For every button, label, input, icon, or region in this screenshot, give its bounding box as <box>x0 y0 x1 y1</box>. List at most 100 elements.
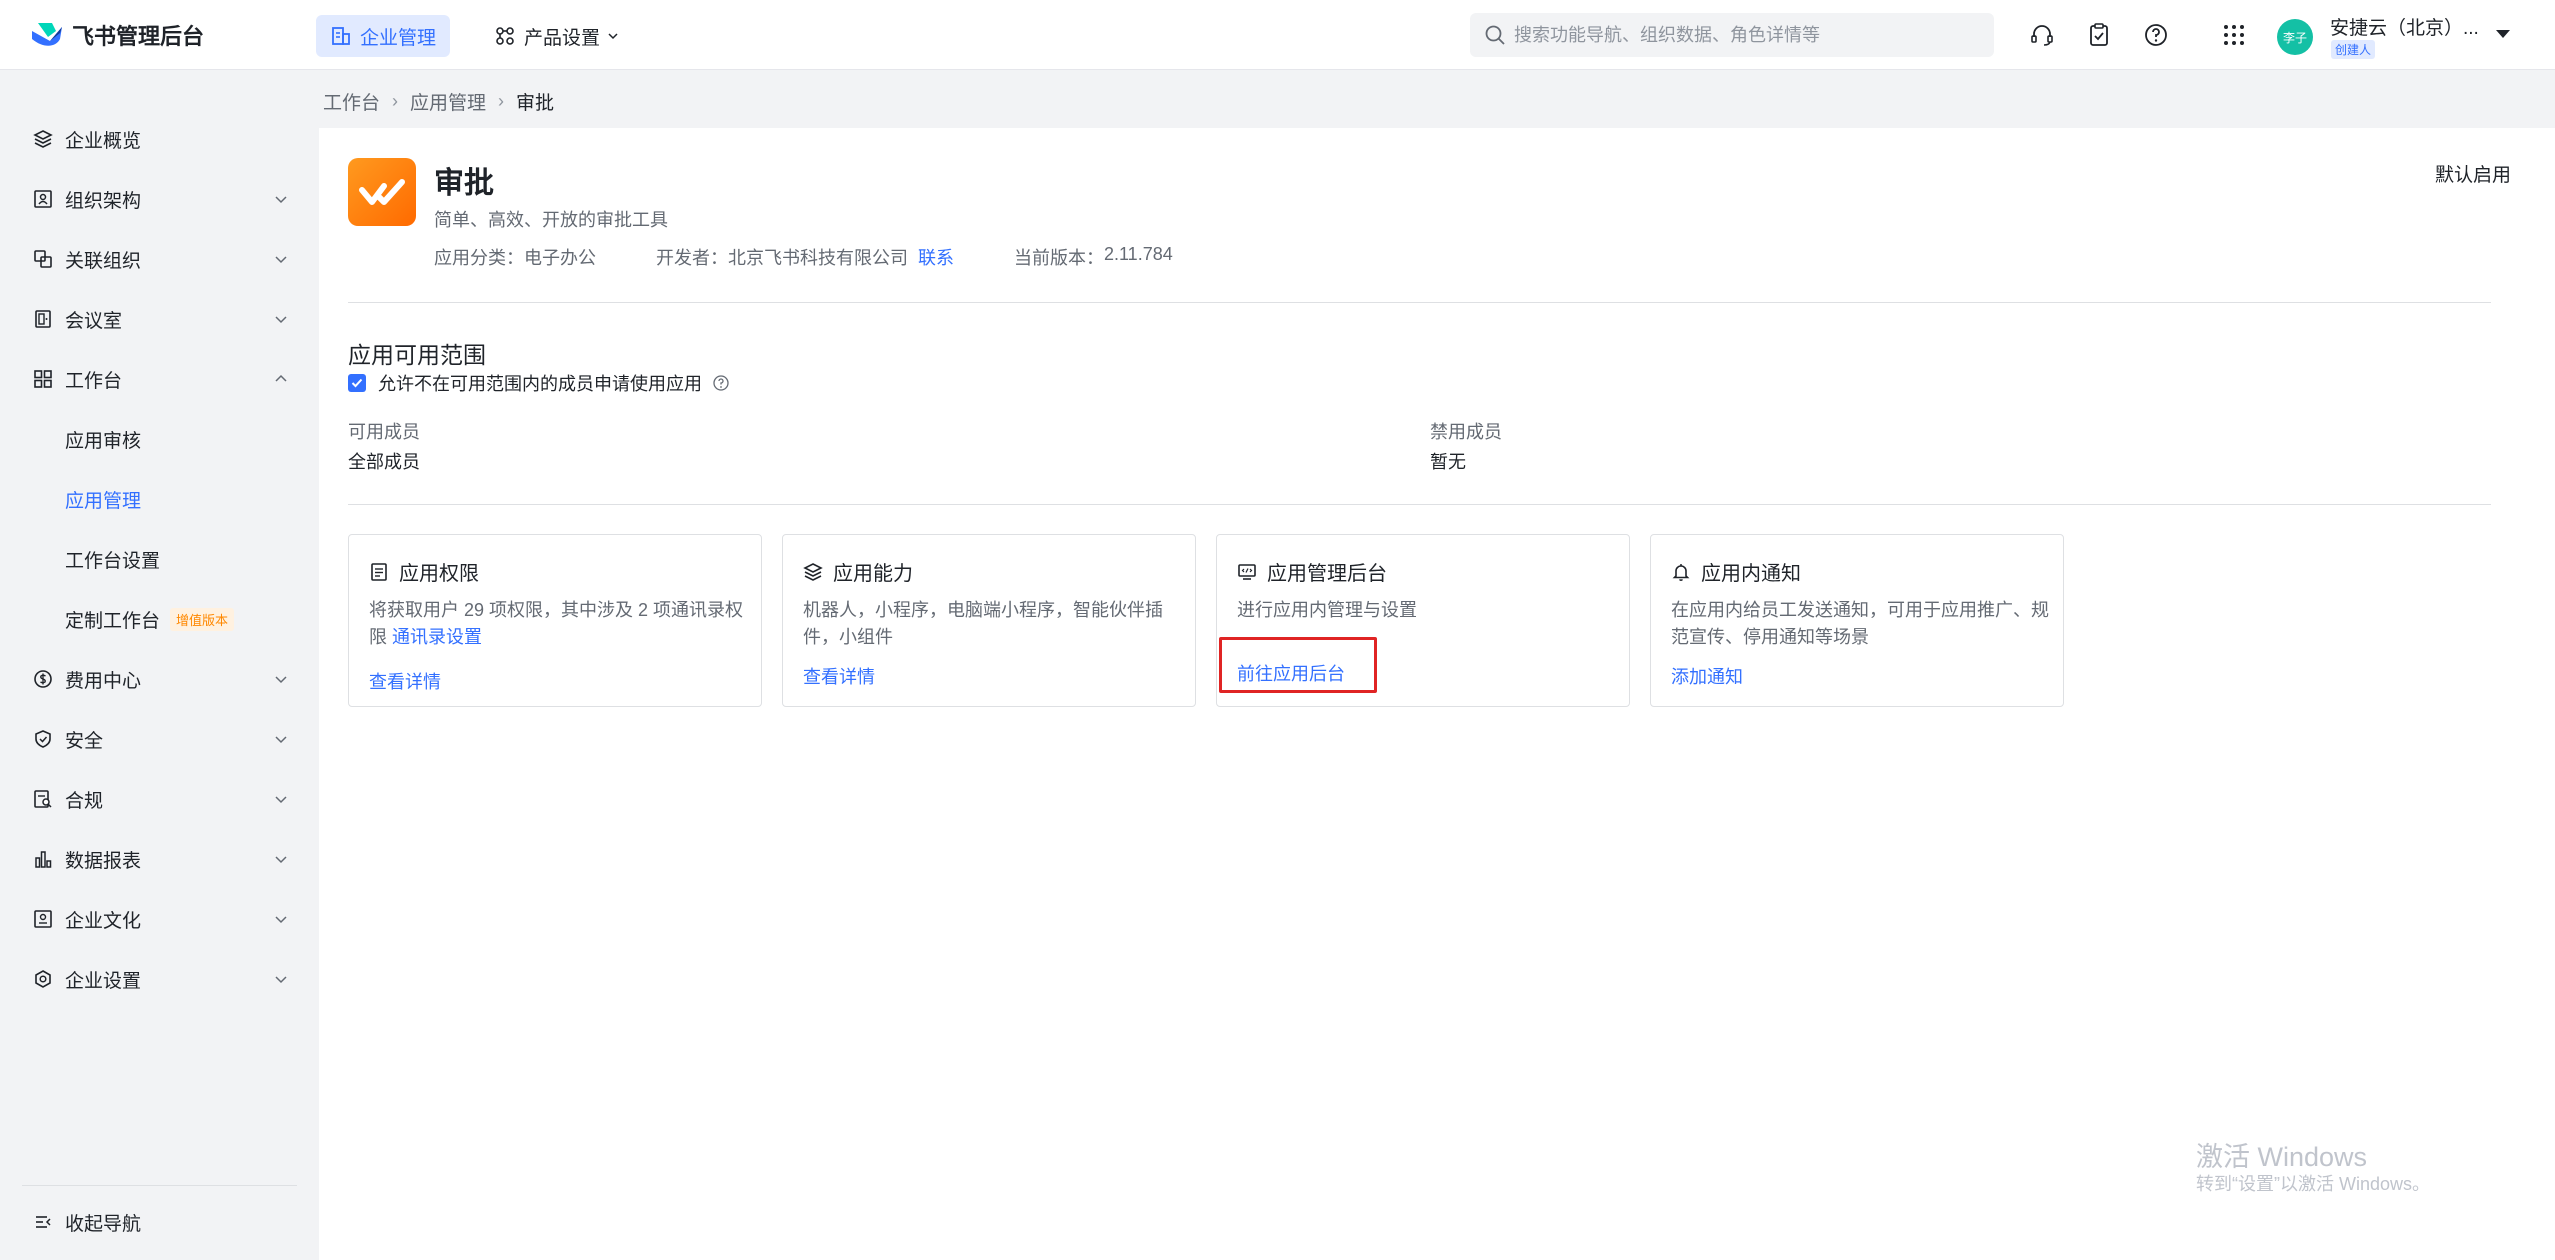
layers-icon <box>803 562 823 581</box>
top-bar: 飞书管理后台 企业管理 产品设置 搜索功能导航、组织数据、角色详情等 李子 安捷… <box>0 0 2555 70</box>
sidebar-item-enterprise-settings[interactable]: 企业设置 <box>0 955 315 1003</box>
developer-value: 北京飞书科技有限公司 <box>728 248 908 268</box>
available-members-label: 可用成员 <box>348 422 420 442</box>
chevron-down-icon <box>275 856 287 864</box>
breadcrumb-separator: › <box>498 91 505 111</box>
search-input[interactable] <box>1514 24 1974 46</box>
sidebar-divider <box>22 1185 297 1186</box>
sidebar-item-compliance[interactable]: 合规 <box>0 775 315 823</box>
avatar[interactable]: 李子 <box>2277 19 2313 55</box>
app-meta: 应用分类： 电子办公 开发者： 北京飞书科技有限公司 联系 当前版本： 2.11… <box>434 244 1173 270</box>
sidebar-item-workplace-settings[interactable]: 工作台设置 <box>0 535 315 583</box>
sidebar-item-org-structure[interactable]: 组织架构 <box>0 175 315 223</box>
collapse-nav-button[interactable]: 收起导航 <box>0 1198 315 1246</box>
clipboard-check-icon[interactable] <box>2086 22 2112 48</box>
chevron-down-icon <box>275 796 287 804</box>
card-title: 应用权限 <box>369 557 479 586</box>
sidebar-item-label: 企业概览 <box>65 130 142 152</box>
nav-product-settings[interactable]: 产品设置 <box>480 15 634 57</box>
scope-title: 应用可用范围 <box>348 342 486 368</box>
dollar-icon <box>34 670 52 688</box>
disabled-members-label: 禁用成员 <box>1430 422 1502 442</box>
category-label: 应用分类： <box>434 248 524 268</box>
chevron-down-icon <box>275 316 287 324</box>
view-details-link[interactable]: 查看详情 <box>369 668 441 694</box>
upgrade-badge: 增值版本 <box>170 607 235 631</box>
sidebar-item-meeting-rooms[interactable]: 会议室 <box>0 295 315 343</box>
sidebar-item-label: 应用管理 <box>65 490 142 512</box>
app-title: 审批 <box>434 167 494 200</box>
allow-request-label: 允许不在可用范围内的成员申请使用应用 <box>378 374 702 394</box>
version-label: 当前版本： <box>1014 248 1104 268</box>
sidebar-item-label: 企业设置 <box>65 970 142 992</box>
search-icon <box>1485 25 1505 45</box>
product-settings-icon <box>496 27 514 45</box>
org-name[interactable]: 安捷云（北京）... <box>2330 13 2479 40</box>
sidebar-item-linked-orgs[interactable]: 关联组织 <box>0 235 315 283</box>
sidebar-item-culture[interactable]: 企业文化 <box>0 895 315 943</box>
sidebar-item-app-management[interactable]: 应用管理 <box>0 475 315 523</box>
sidebar-item-label: 组织架构 <box>65 190 142 212</box>
main-panel: 审批 简单、高效、开放的审批工具 应用分类： 电子办公 开发者： 北京飞书科技有… <box>319 128 2555 1260</box>
contacts-settings-link[interactable]: 通讯录设置 <box>392 627 482 647</box>
breadcrumb-item-app-management[interactable]: 应用管理 <box>410 88 486 115</box>
sidebar-item-app-review[interactable]: 应用审核 <box>0 415 315 463</box>
sidebar-item-custom-workplace[interactable]: 定制工作台 增值版本 <box>0 595 315 643</box>
sidebar-item-billing[interactable]: 费用中心 <box>0 655 315 703</box>
card-title: 应用能力 <box>803 557 913 586</box>
card-app-admin-console: 应用管理后台 进行应用内管理与设置 前往应用后台 <box>1216 534 1630 707</box>
sidebar-item-label: 工作台 <box>65 370 123 392</box>
available-members-value: 全部成员 <box>348 452 420 472</box>
sidebar-item-workplace[interactable]: 工作台 <box>0 355 315 403</box>
card-app-permissions: 应用权限 将获取用户 29 项权限，其中涉及 2 项通讯录权限 通讯录设置 查看… <box>348 534 762 707</box>
document-list-icon <box>371 562 387 581</box>
card-description: 机器人，小程序，电脑端小程序，智能伙伴插件，小组件 <box>803 600 1163 647</box>
allow-request-checkbox[interactable] <box>348 374 366 392</box>
category-value: 电子办公 <box>524 248 596 268</box>
sidebar-item-label: 应用审核 <box>65 430 142 452</box>
search-box[interactable] <box>1470 13 1994 57</box>
sidebar-item-label: 合规 <box>65 790 104 812</box>
sidebar-item-label: 工作台设置 <box>65 550 161 572</box>
caret-down-icon[interactable] <box>2494 27 2512 41</box>
sidebar: 企业概览 组织架构 关联组织 会议室 工作台 应用审核 应用管理 工作台设置 定… <box>0 70 315 1260</box>
headset-icon[interactable] <box>2029 22 2055 48</box>
question-circle-icon[interactable] <box>712 374 730 392</box>
sidebar-item-security[interactable]: 安全 <box>0 715 315 763</box>
logo[interactable]: 飞书管理后台 <box>30 20 204 50</box>
feishu-logo-icon <box>32 23 62 46</box>
monitor-code-icon <box>1238 563 1256 580</box>
add-notification-link[interactable]: 添加通知 <box>1671 663 1743 689</box>
chevron-down-icon <box>275 256 287 264</box>
divider <box>348 302 2491 303</box>
windows-activation-watermark-text: 转到“设置”以激活 Windows。 <box>2196 1174 2431 1194</box>
sidebar-item-label: 关联组织 <box>65 250 142 272</box>
link-org-icon <box>34 250 52 268</box>
view-details-link[interactable]: 查看详情 <box>803 663 875 689</box>
sidebar-item-data-reports[interactable]: 数据报表 <box>0 835 315 883</box>
chevron-down-icon <box>275 196 287 204</box>
sidebar-item-label: 费用中心 <box>65 670 142 692</box>
compliance-icon <box>34 790 52 808</box>
apps-grid-icon[interactable] <box>2221 22 2247 48</box>
app-status: 默认启用 <box>2434 165 2511 186</box>
help-icon[interactable] <box>2143 22 2169 48</box>
chevron-down-icon <box>275 736 287 744</box>
breadcrumb-separator: › <box>392 91 399 111</box>
door-icon <box>35 310 51 328</box>
nav-label: 企业管理 <box>360 27 437 49</box>
card-description: 在应用内给员工发送通知，可用于应用推广、规范宣传、停用通知等场景 <box>1671 600 2049 647</box>
go-to-app-admin-link[interactable]: 前往应用后台 <box>1237 660 1345 686</box>
nav-label: 产品设置 <box>524 27 601 49</box>
grid-icon <box>34 370 52 388</box>
sidebar-item-overview[interactable]: 企业概览 <box>0 115 315 163</box>
breadcrumb-item-workplace[interactable]: 工作台 <box>323 88 380 115</box>
nav-enterprise-management[interactable]: 企业管理 <box>316 15 451 57</box>
windows-activation-watermark-title: 激活 Windows <box>2196 1142 2368 1172</box>
card-title-text: 应用内通知 <box>1701 563 1801 585</box>
developer-label: 开发者： <box>656 248 728 268</box>
check-icon <box>351 378 363 388</box>
contact-link[interactable]: 联系 <box>918 244 954 270</box>
collapse-icon <box>36 1216 51 1228</box>
sidebar-item-label: 定制工作台 <box>65 610 161 632</box>
